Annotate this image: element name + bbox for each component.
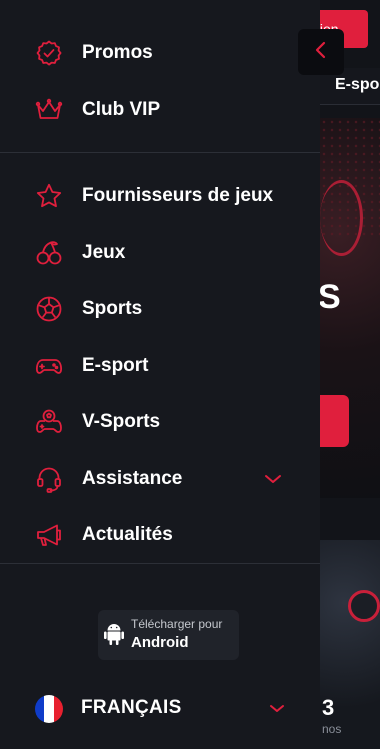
background-tab-esports[interactable]: E-spor bbox=[335, 76, 380, 94]
cherries-icon bbox=[34, 238, 64, 268]
gamepad-ball-icon bbox=[34, 407, 64, 437]
menu-item-promos[interactable]: Promos bbox=[0, 29, 320, 77]
menu-item-label: Jeux bbox=[82, 242, 126, 263]
chevron-down-icon[interactable] bbox=[262, 468, 284, 490]
download-platform: Android bbox=[131, 634, 189, 651]
background-chip-graphic bbox=[348, 590, 380, 622]
background-hero-title: S bbox=[318, 278, 341, 316]
crown-icon bbox=[34, 95, 64, 125]
menu-item-label: E-sport bbox=[82, 355, 149, 376]
menu-item-label: V-Sports bbox=[82, 411, 161, 432]
menu-item-news[interactable]: Actualités bbox=[0, 511, 320, 559]
menu-item-club-vip[interactable]: Club VIP bbox=[0, 86, 320, 134]
menu-item-label: Assistance bbox=[82, 468, 183, 489]
menu-item-label: Actualités bbox=[82, 524, 173, 545]
menu-item-label: Club VIP bbox=[82, 99, 161, 120]
star-icon bbox=[34, 181, 64, 211]
menu-item-sports[interactable]: Sports bbox=[0, 285, 320, 333]
menu-divider bbox=[0, 152, 320, 153]
french-flag-icon[interactable] bbox=[35, 695, 63, 723]
background-card-subtitle: nos bbox=[322, 722, 342, 736]
headset-icon bbox=[34, 464, 64, 494]
megaphone-icon bbox=[34, 520, 64, 550]
badge-percent-icon bbox=[34, 38, 64, 68]
download-caption: Télécharger pour bbox=[131, 617, 223, 631]
chevron-down-icon[interactable] bbox=[266, 698, 288, 720]
menu-item-label: Promos bbox=[82, 42, 153, 63]
gamepad-icon bbox=[34, 351, 64, 381]
language-selector[interactable]: FRANÇAIS bbox=[81, 697, 182, 719]
menu-divider bbox=[0, 563, 320, 564]
menu-item-games[interactable]: Jeux bbox=[0, 229, 320, 277]
android-icon bbox=[104, 621, 124, 647]
menu-item-label: Fournisseurs de jeux bbox=[82, 185, 274, 206]
menu-item-v-sports[interactable]: V-Sports bbox=[0, 398, 320, 446]
menu-item-esport[interactable]: E-sport bbox=[0, 342, 320, 390]
soccer-ball-icon bbox=[34, 294, 64, 324]
menu-item-label: Sports bbox=[82, 298, 143, 319]
chevron-left-icon bbox=[313, 41, 329, 64]
background-hero-button[interactable] bbox=[320, 395, 349, 447]
background-card-title: 3 bbox=[322, 695, 335, 720]
menu-item-assistance[interactable]: Assistance bbox=[0, 455, 320, 503]
background-hero-graphic bbox=[320, 180, 363, 256]
menu-item-game-providers[interactable]: Fournisseurs de jeux bbox=[0, 172, 320, 220]
close-drawer-button[interactable] bbox=[298, 29, 344, 75]
